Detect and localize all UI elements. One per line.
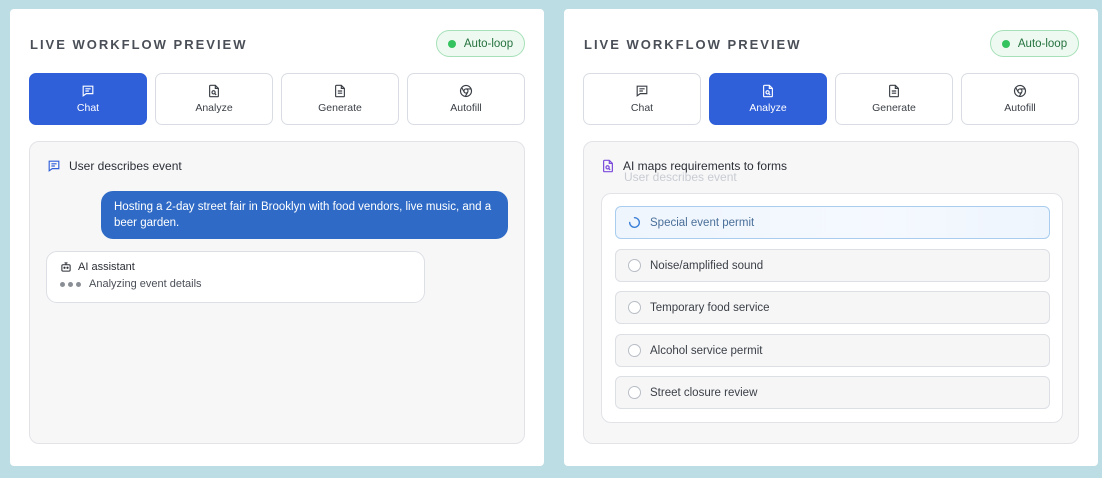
- tab-autofill[interactable]: Autofill: [407, 73, 525, 125]
- document-search-icon: [603, 159, 613, 173]
- workflow-tabs: Chat Analyze Generate Autofill: [583, 73, 1079, 125]
- tab-label: Autofill: [1004, 102, 1036, 114]
- spinner-icon: [628, 216, 640, 228]
- workflow-preview-panel-chat: LIVE WORKFLOW PREVIEW Auto-loop Chat Ana…: [10, 9, 544, 466]
- analyze-step-content: User describes event AI maps requirement…: [583, 141, 1079, 444]
- assistant-message-bubble: AI assistant Analyzing event details: [46, 251, 425, 303]
- requirement-item[interactable]: Noise/amplified sound: [615, 249, 1050, 282]
- chat-step-content: User describes event Hosting a 2-day str…: [29, 141, 525, 444]
- chrome-icon: [1013, 84, 1027, 98]
- chat-icon: [82, 85, 94, 97]
- pending-circle-icon: [628, 344, 641, 357]
- tab-autofill[interactable]: Autofill: [961, 73, 1079, 125]
- document-icon: [889, 84, 899, 98]
- user-message-bubble: Hosting a 2-day street fair in Brooklyn …: [101, 191, 508, 239]
- tab-label: Chat: [630, 102, 654, 114]
- chat-icon: [636, 85, 648, 97]
- tab-label: Generate: [872, 102, 916, 114]
- requirement-item[interactable]: Alcohol service permit: [615, 334, 1050, 367]
- pending-circle-icon: [628, 386, 641, 399]
- tab-chat[interactable]: Chat: [29, 73, 147, 125]
- workflow-tabs: Chat Analyze Generate Autofill: [29, 73, 525, 125]
- typing-dots-icon: [60, 281, 81, 287]
- status-dot-icon: [1001, 39, 1010, 48]
- document-search-icon: [763, 84, 773, 98]
- tab-analyze[interactable]: Analyze: [155, 73, 273, 125]
- document-search-icon: [209, 84, 219, 98]
- chrome-icon: [459, 84, 473, 98]
- auto-loop-badge[interactable]: Auto-loop: [990, 30, 1079, 57]
- requirement-label: Alcohol service permit: [650, 344, 763, 357]
- tab-generate[interactable]: Generate: [281, 73, 399, 125]
- requirement-item[interactable]: Special event permit: [615, 206, 1050, 239]
- tab-label: Analyze: [749, 102, 787, 114]
- chat-icon: [48, 160, 60, 172]
- auto-loop-badge[interactable]: Auto-loop: [436, 30, 525, 57]
- requirement-label: Street closure review: [650, 386, 758, 399]
- requirement-label: Special event permit: [650, 216, 755, 229]
- assistant-status-text: Analyzing event details: [89, 278, 202, 290]
- panel-title: LIVE WORKFLOW PREVIEW: [584, 37, 802, 52]
- tab-chat[interactable]: Chat: [583, 73, 701, 125]
- pending-circle-icon: [628, 301, 641, 314]
- tab-label: Autofill: [450, 102, 482, 114]
- tab-label: Analyze: [195, 102, 233, 114]
- requirement-item[interactable]: Street closure review: [615, 376, 1050, 409]
- pending-circle-icon: [628, 259, 641, 272]
- auto-loop-label: Auto-loop: [463, 37, 514, 50]
- tab-label: Chat: [76, 102, 100, 114]
- document-icon: [335, 84, 345, 98]
- status-dot-icon: [447, 39, 456, 48]
- assistant-header: AI assistant: [60, 261, 411, 273]
- tab-analyze[interactable]: Analyze: [709, 73, 827, 125]
- tab-label: Generate: [318, 102, 362, 114]
- auto-loop-label: Auto-loop: [1017, 37, 1068, 50]
- step-header: AI maps requirements to forms: [601, 159, 787, 173]
- assistant-status: Analyzing event details: [60, 278, 411, 290]
- robot-icon: [61, 262, 71, 272]
- requirement-label: Noise/amplified sound: [650, 259, 764, 272]
- requirements-list: Special event permit Noise/amplified sou…: [601, 193, 1063, 423]
- requirement-label: Temporary food service: [650, 301, 770, 314]
- step-title: User describes event: [69, 159, 182, 173]
- step-title: AI maps requirements to forms: [623, 159, 788, 173]
- tab-generate[interactable]: Generate: [835, 73, 953, 125]
- assistant-name: AI assistant: [78, 261, 135, 273]
- requirement-item[interactable]: Temporary food service: [615, 291, 1050, 324]
- panel-title: LIVE WORKFLOW PREVIEW: [30, 37, 248, 52]
- step-header: User describes event: [47, 159, 182, 173]
- workflow-preview-panel-analyze: LIVE WORKFLOW PREVIEW Auto-loop Chat Ana…: [564, 9, 1098, 466]
